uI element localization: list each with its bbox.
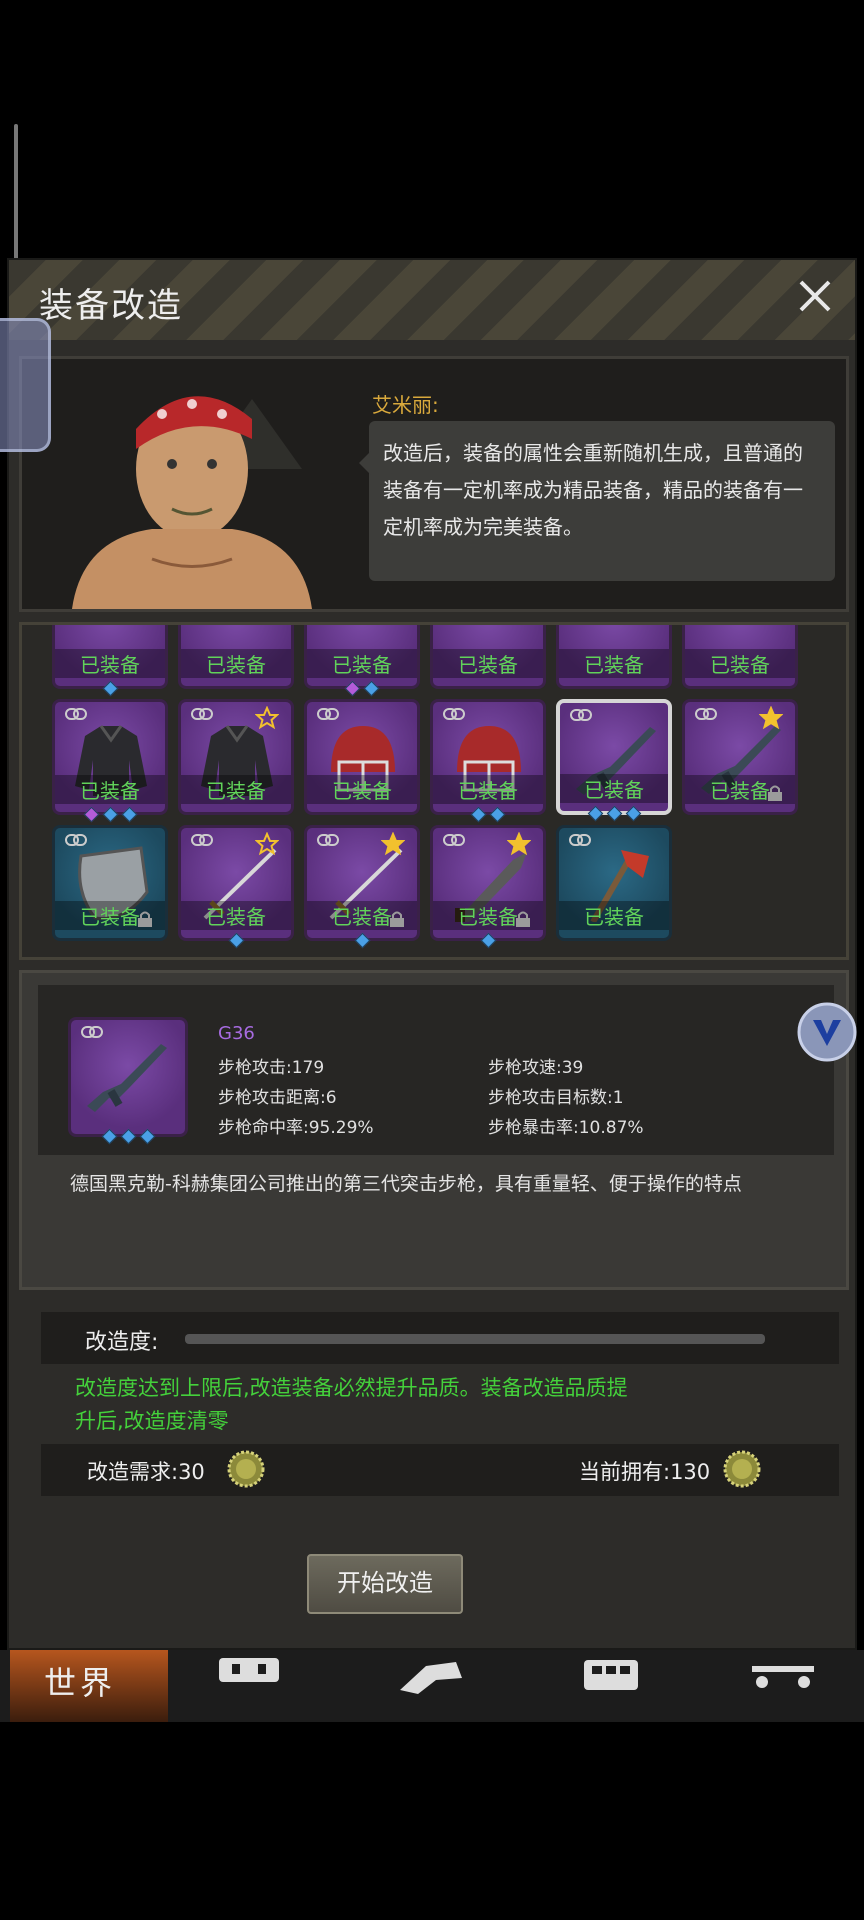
equipment-slot[interactable]: 已装备 [430,625,546,689]
quality-gems [55,806,165,823]
stat-attack: 步枪攻击:179 [218,1058,325,1078]
equipped-label: 已装备 [433,649,543,678]
stat-targets: 步枪攻击目标数:1 [488,1088,624,1108]
quality-gems [433,932,543,949]
equipment-slot[interactable]: 已装备 [556,699,672,822]
stat-crit: 步枪暴击率:10.87% [488,1118,644,1138]
equipment-slot[interactable]: 已装备 [52,699,168,823]
bottle-cap-icon [723,1450,761,1488]
equipment-slot[interactable]: 已装备 [304,625,420,697]
item-name: G36 [218,1023,255,1044]
equipment-slot[interactable]: 已装备 [682,625,798,689]
quality-gems [55,680,165,697]
equipped-label: 已装备 [559,649,669,678]
equipped-label: 已装备 [307,775,417,804]
quality-gems [181,932,291,949]
equipment-slot[interactable]: 已装备 [556,625,672,689]
bottom-nav: 世界 [0,1650,864,1722]
equipped-label: 已装备 [181,901,291,930]
start-modify-button[interactable]: 开始改造 [307,1554,463,1614]
star-icon [507,832,531,856]
equipment-slot[interactable]: 已装备 [304,825,420,949]
stat-speed: 步枪攻速:39 [488,1058,584,1078]
stat-range: 步枪攻击距离:6 [218,1088,337,1108]
equipped-label: 已装备 [685,649,795,678]
quality-gems [307,932,417,949]
progress-note: 改造度达到上限后,改造装备必然提升品质。装备改造品质提升后,改造度清零 [75,1376,628,1433]
star-icon [255,832,279,856]
dialog-title: 装备改造 [39,286,183,326]
equipment-slot[interactable]: 已装备 [556,825,672,941]
equipment-slot[interactable]: 已装备 [178,625,294,689]
equipped-label: 已装备 [307,649,417,678]
floating-v-icon[interactable] [795,1000,859,1064]
bottle-cap-icon [227,1450,265,1488]
vehicle-icon[interactable] [748,1658,818,1698]
equipment-slot[interactable]: 已装备 [178,825,294,949]
star-icon [381,832,405,856]
equipment-slot[interactable]: 已装备 [52,625,168,697]
equipped-label: 已装备 [433,901,543,930]
cost-row: 改造需求:30 当前拥有:130 [41,1444,839,1496]
equipment-modify-dialog: 装备改造 艾米丽: 改造后，装备的属性会重新随机生成，且普通的装备有一定机率成为… [7,258,857,1650]
nav-world-tab[interactable]: 世界 [10,1650,168,1722]
nav-world-label: 世界 [44,1664,117,1702]
quality-gems [71,1128,185,1145]
star-icon [255,706,279,730]
building-icon[interactable] [576,1658,646,1698]
quality-gems [433,806,543,823]
star-icon [759,706,783,730]
equipment-slot[interactable]: 已装备 [304,699,420,815]
rifle-icon [87,1044,167,1112]
quality-gems [560,805,668,822]
quality-gems [307,680,417,697]
equipped-label: 已装备 [307,901,417,930]
equipment-slot[interactable]: 已装备 [178,699,294,815]
equipped-label: 已装备 [559,901,669,930]
equipment-slot[interactable]: 已装备 [682,699,798,815]
selected-item-slot [68,1017,188,1145]
dialog-header: 装备改造 [9,260,855,340]
equipment-slot[interactable]: 已装备 [52,825,168,941]
cost-owned: 当前拥有:130 [579,1460,711,1484]
modify-progress-row: 改造度: [41,1312,839,1364]
equipment-grid: 已装备 已装备 已装备 已装备 已装备 已装备 已装备 已装备 已装备 已装备 已装备 已装备 已装备已… [19,622,849,960]
stat-accuracy: 步枪命中率:95.29% [218,1118,374,1138]
side-drawer-handle[interactable] [0,318,51,452]
item-description: 德国黑克勒-科赫集团公司推出的第三代突击步枪，具有重量轻、便于操作的特点 [70,1173,742,1195]
cost-required: 改造需求:30 [87,1460,205,1484]
equipped-label: 已装备 [181,775,291,804]
npc-portrait-icon [72,396,312,609]
equipped-label: 已装备 [55,775,165,804]
npc-speech-bubble: 改造后，装备的属性会重新随机生成，且普通的装备有一定机率成为精品装备，精品的装备… [359,421,835,581]
equipment-slot[interactable]: 已装备 [430,825,546,949]
status-bar-indicator [14,124,18,274]
npc-panel: 艾米丽: 改造后，装备的属性会重新随机生成，且普通的装备有一定机率成为精品装备，… [19,356,849,612]
progress-label: 改造度: [85,1330,159,1355]
close-icon[interactable] [791,272,839,320]
equipped-label: 已装备 [55,901,165,930]
character-icon[interactable] [396,1658,466,1698]
equipped-label: 已装备 [433,775,543,804]
equipped-label: 已装备 [560,774,668,803]
equipped-label: 已装备 [181,649,291,678]
equipped-label: 已装备 [55,649,165,678]
equipment-slot[interactable]: 已装备 [430,699,546,823]
item-detail-panel: G36 步枪攻击:179 步枪攻速:39 步枪攻击距离:6 步枪攻击目标数:1 … [19,970,849,1290]
equipped-label: 已装备 [685,775,795,804]
npc-name: 艾米丽: [372,393,439,417]
backpack-icon[interactable] [214,1658,284,1698]
progress-bar [185,1334,765,1344]
